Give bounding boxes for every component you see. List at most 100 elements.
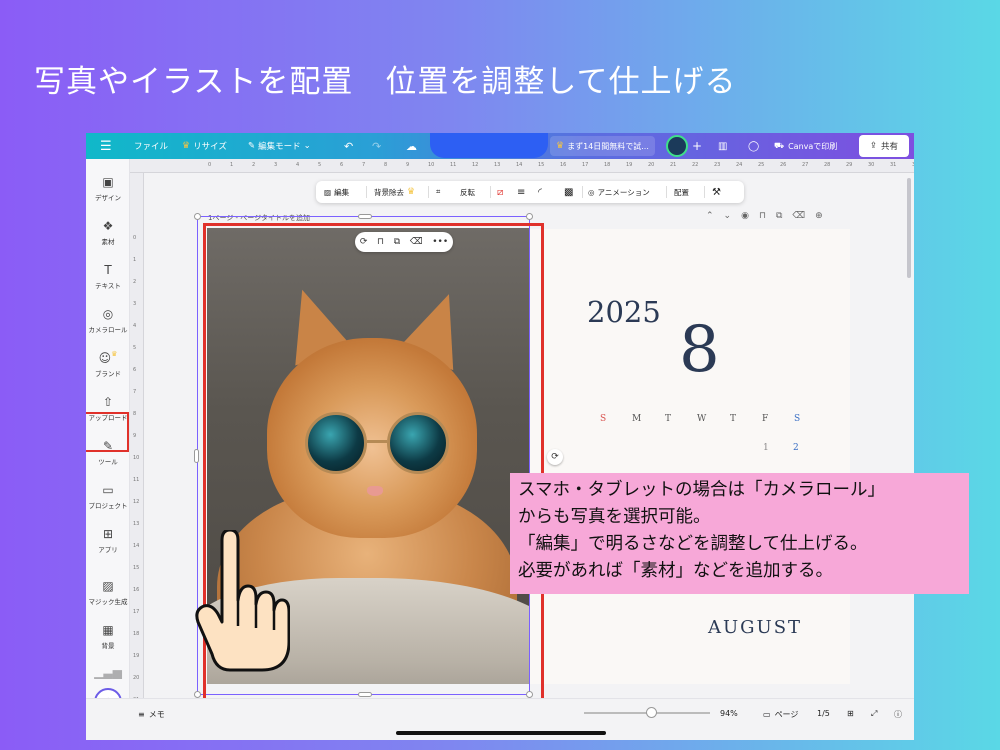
sidebar-item-design[interactable]: ▣ デザイン: [86, 175, 130, 202]
edit-mode-dropdown[interactable]: ✎ 編集モード ⌄: [248, 133, 311, 159]
title-pill[interactable]: [430, 133, 548, 158]
resize-button[interactable]: ♛ リサイズ: [182, 133, 227, 159]
divider: [366, 186, 367, 198]
help-icon[interactable]: ⓘ: [894, 709, 902, 720]
ruler-tick-label: 5: [133, 345, 137, 351]
chevron-down-icon: ⌄: [303, 141, 311, 151]
ruler-tick-label: 9: [133, 433, 137, 439]
apps-icon: ⊞: [102, 527, 114, 541]
divider: [666, 186, 667, 198]
weekday-wed: W: [697, 414, 707, 424]
share-button[interactable]: ⇪ 共有: [859, 135, 909, 157]
sidebar-item-label: 素材: [101, 238, 115, 246]
undo-icon[interactable]: ↶: [344, 133, 353, 159]
flip-button[interactable]: 反転: [460, 181, 475, 203]
ruler-tick-label: 12: [472, 162, 479, 168]
vertical-scrollbar[interactable]: [907, 178, 911, 278]
pages-label: ページ: [774, 710, 799, 719]
sidebar-item-brand[interactable]: ☺♛ ブランド: [86, 350, 130, 378]
menu-icon[interactable]: ☰: [100, 133, 112, 159]
ruler-tick-label: 7: [133, 389, 137, 395]
ruler-tick-label: 11: [133, 477, 140, 483]
callout-line: 「編集」で明るさなどを調整して仕上げる。: [518, 534, 868, 554]
divider: [704, 186, 705, 198]
cloud-sync-icon[interactable]: ☁: [406, 133, 417, 159]
duplicate-icon[interactable]: ⧉: [776, 211, 782, 221]
file-menu[interactable]: ファイル: [134, 133, 168, 159]
avatar[interactable]: [666, 135, 688, 157]
folder-icon: ▭: [102, 483, 114, 497]
corner-radius-icon[interactable]: ◜: [538, 181, 542, 203]
sidebar-item-label: マジック生成: [88, 598, 128, 606]
fullscreen-icon[interactable]: ⤢: [871, 709, 877, 719]
edit-image-button[interactable]: ▨ 編集: [324, 181, 349, 203]
ruler-tick-label: 14: [516, 162, 523, 168]
sidebar-item-elements[interactable]: ❖ 素材: [86, 219, 130, 246]
bg-remove-button[interactable]: 背景除去 ♛: [374, 181, 415, 203]
trash-icon[interactable]: ⌫: [792, 211, 805, 221]
weekday-thu: T: [730, 414, 737, 424]
ruler-tick-label: 25: [758, 162, 765, 168]
analytics-icon[interactable]: ▥: [718, 133, 727, 159]
ruler-tick-label: 22: [692, 162, 699, 168]
add-collaborator-icon[interactable]: +: [692, 133, 702, 159]
lock-icon[interactable]: ⊓: [759, 211, 766, 221]
ruler-tick-label: 3: [133, 301, 137, 307]
arrange-button[interactable]: 配置: [674, 181, 689, 203]
border-style-icon[interactable]: ≡: [517, 181, 525, 203]
zoom-slider-knob[interactable]: [646, 707, 657, 718]
sidebar-item-text[interactable]: T テキスト: [86, 263, 130, 290]
ruler-tick-label: 16: [560, 162, 567, 168]
pages-button[interactable]: ▭ ページ: [763, 709, 798, 720]
text-icon: T: [104, 263, 112, 277]
sidebar-item-apps[interactable]: ⊞ アプリ: [86, 527, 130, 554]
camera-icon: ◎: [102, 307, 114, 321]
ruler-tick-label: 24: [736, 162, 743, 168]
comment-icon[interactable]: ◯: [748, 133, 759, 159]
instruction-callout: スマホ・タブレットの場合は「カメラロール」 からも写真を選択可能。 「編集」で明…: [510, 473, 969, 594]
left-sidebar: ▣ デザイン ❖ 素材 T テキスト ◎ カメラロール ☺♛ ブランド ⇧ アップロード ✎…: [86, 159, 130, 709]
resize-handle[interactable]: [358, 214, 372, 219]
brand-icon: ☺♛: [98, 350, 118, 365]
ruler-tick-label: 1: [230, 162, 234, 168]
grid-view-icon[interactable]: ⊞: [847, 709, 854, 718]
weekday-tue: T: [665, 414, 672, 424]
resize-handle[interactable]: [526, 213, 533, 220]
redo-icon[interactable]: ↷: [372, 133, 381, 159]
sidebar-item-magic-media[interactable]: ▨ マジック生成: [86, 579, 130, 606]
notes-button[interactable]: ≡ メモ: [138, 709, 165, 720]
ruler-tick-label: 10: [428, 162, 435, 168]
edit-mode-label: 編集モード: [258, 142, 301, 152]
resize-handle[interactable]: [194, 449, 199, 463]
crown-icon: ♛: [556, 141, 565, 151]
transparency-icon[interactable]: ▩: [564, 181, 573, 203]
ruler-tick-label: 1: [133, 257, 137, 263]
sidebar-item-projects[interactable]: ▭ プロジェクト: [86, 483, 130, 510]
ruler-tick-label: 29: [846, 162, 853, 168]
animation-button[interactable]: ◎ アニメーション: [588, 181, 650, 203]
ruler-tick-label: 13: [494, 162, 501, 168]
notes-label: メモ: [148, 710, 165, 719]
file-label: ファイル: [134, 142, 169, 152]
trial-label: まず14日間無料で試...: [567, 141, 649, 151]
chevron-down-icon[interactable]: ⌄: [724, 211, 732, 221]
hide-icon[interactable]: ◉: [741, 211, 749, 221]
zoom-level[interactable]: 94%: [720, 709, 738, 718]
add-page-icon[interactable]: ⊕: [815, 211, 823, 221]
paint-format-icon[interactable]: ⚒: [712, 181, 721, 203]
sidebar-item-background[interactable]: ▦ 背景: [86, 623, 130, 650]
pages-icon: ▭: [763, 710, 771, 719]
divider: [582, 186, 583, 198]
chevron-up-icon[interactable]: ⌃: [706, 211, 714, 221]
resize-handle[interactable]: [194, 691, 201, 698]
sidebar-item-more[interactable]: ▁▃▅: [86, 665, 130, 682]
trial-button[interactable]: ♛ まず14日間無料で試...: [550, 136, 655, 156]
animation-icon: ◎: [588, 187, 595, 197]
resize-handle[interactable]: [194, 213, 201, 220]
print-button[interactable]: ⛟ Canvaで印刷: [774, 133, 837, 159]
border-color-icon[interactable]: ⧄: [497, 181, 503, 203]
crop-icon[interactable]: ⌗: [436, 181, 440, 203]
rotate-handle-icon[interactable]: ⟳: [547, 449, 563, 465]
sidebar-item-camera-roll[interactable]: ◎ カメラロール: [86, 307, 130, 334]
page-count-label: 1/5: [817, 709, 830, 718]
